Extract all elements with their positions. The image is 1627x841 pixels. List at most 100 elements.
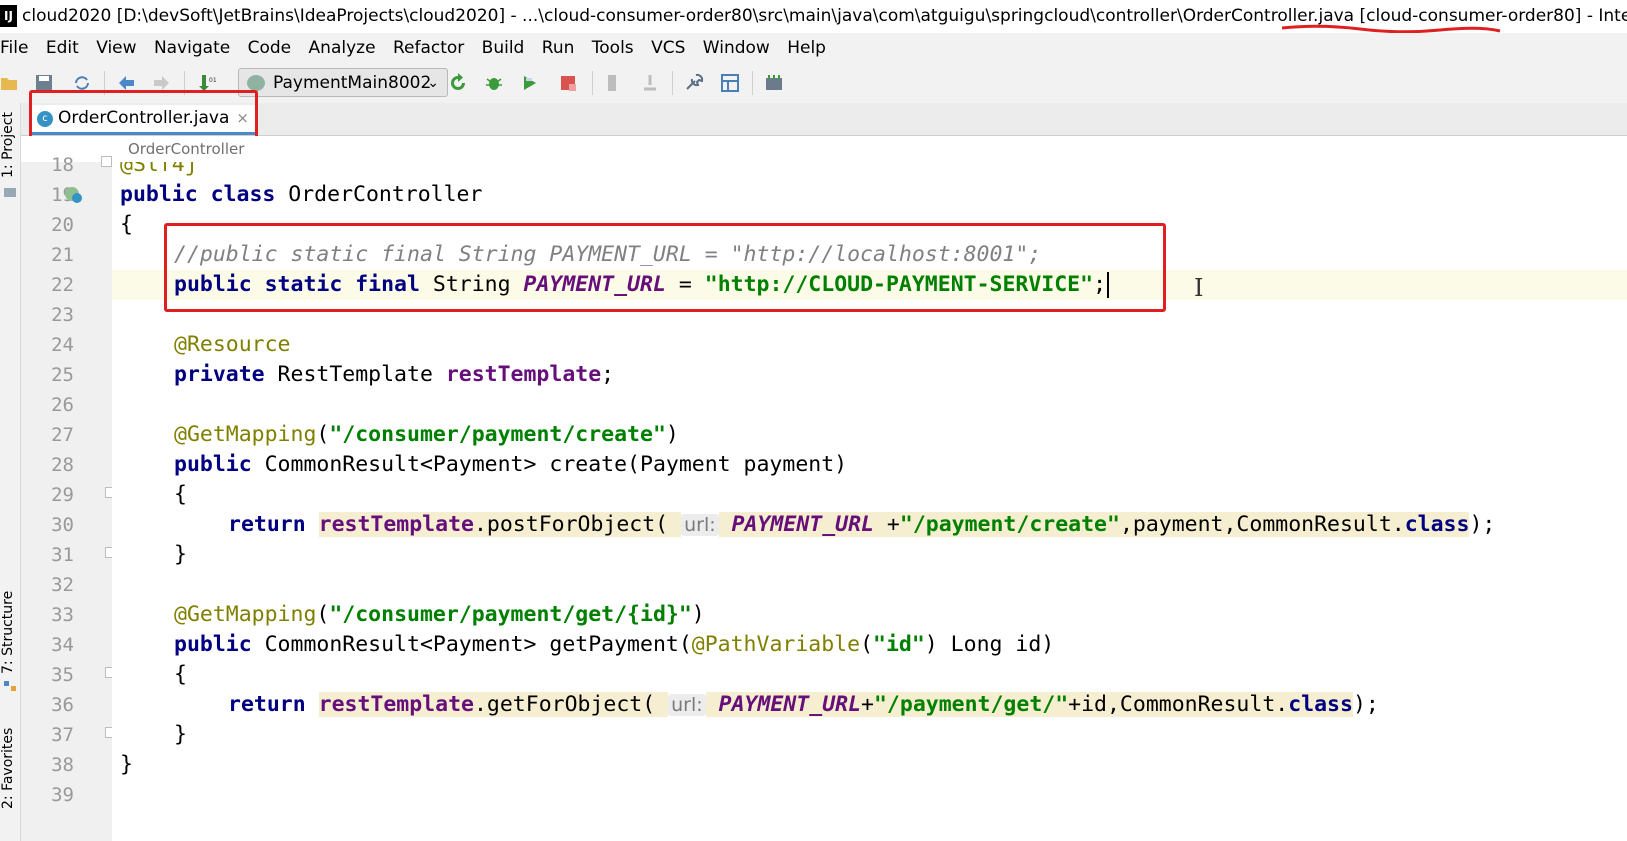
parameter-token: ) Long id) <box>924 632 1055 657</box>
method-signature-token: CommonResult<Payment> getPayment( <box>251 632 692 657</box>
menu-file[interactable]: File <box>0 33 34 63</box>
menu-edit[interactable]: Edit <box>40 33 85 63</box>
code-line: public CommonResult<Payment> create(Paym… <box>174 450 1627 480</box>
chevron-down-icon: ⌄ <box>427 75 439 91</box>
breadcrumb-item[interactable]: OrderController <box>128 136 244 162</box>
window-titlebar: IJ cloud2020 [D:\devSoft\JetBrains\IdeaP… <box>0 0 1627 33</box>
keyword-token: public <box>174 452 252 477</box>
folder-icon <box>4 188 16 197</box>
brace-token: } <box>174 542 187 567</box>
red-underline-annotation <box>1281 24 1501 33</box>
structure-icon <box>4 681 16 691</box>
line-number: 24 <box>51 334 74 356</box>
annotation-token: @Slf4j <box>120 162 198 177</box>
arguments-token: ,payment,CommonResult. <box>1119 512 1405 537</box>
brace-token: } <box>120 752 133 777</box>
debug-icon[interactable] <box>484 73 504 93</box>
static-field-token: PAYMENT_URL <box>731 512 874 537</box>
menu-window[interactable]: Window <box>697 33 776 63</box>
operator-token: + <box>873 512 900 537</box>
line-number: 37 <box>51 724 74 746</box>
line-number: 20 <box>51 214 74 236</box>
menu-help[interactable]: Help <box>781 33 832 63</box>
paren-token: ); <box>1469 512 1496 537</box>
menu-build[interactable]: Build <box>476 33 531 63</box>
field-token: restTemplate <box>445 362 602 387</box>
spring-bean-gutter-icon[interactable] <box>63 185 85 205</box>
line-number: 33 <box>51 604 74 626</box>
project-tool-button[interactable]: 1: Project <box>0 109 20 181</box>
title-path: cloud2020 [D:\devSoft\JetBrains\IdeaProj… <box>22 6 1360 26</box>
line-number: 28 <box>51 454 74 476</box>
string-token: "/payment/create" <box>899 512 1120 537</box>
stop-icon[interactable] <box>558 73 578 93</box>
code-line: @Resource <box>174 330 1627 360</box>
line-number: 39 <box>51 784 74 806</box>
arguments-token: +id,CommonResult. <box>1068 692 1289 717</box>
annotation-token: @GetMapping <box>174 602 317 627</box>
paren-token: ( <box>860 632 874 657</box>
string-token: "/consumer/payment/create" <box>329 422 666 447</box>
field-token: restTemplate <box>318 512 474 537</box>
keyword-token: private <box>174 362 265 387</box>
code-line: { <box>174 660 1627 690</box>
menu-run[interactable]: Run <box>536 33 581 63</box>
toolbar-separator <box>672 71 673 95</box>
editor-gutter: 18 19 20 21 22 23 24 25 26 27 28 29 30 3… <box>21 154 116 841</box>
code-line: } <box>174 720 1627 750</box>
paren-token: ( <box>316 602 330 627</box>
open-folder-icon[interactable] <box>0 73 20 93</box>
code-line: } <box>174 540 1627 570</box>
menu-tools[interactable]: Tools <box>586 33 640 63</box>
profile-icon[interactable] <box>640 73 660 93</box>
toolbar-separator <box>752 71 753 95</box>
parameter-hint: url: <box>681 514 719 536</box>
parameter-hint: url: <box>668 694 706 716</box>
rerun-icon[interactable] <box>448 73 468 93</box>
toolbar-separator <box>592 71 593 95</box>
menu-view[interactable]: View <box>90 33 142 63</box>
fold-marker-icon[interactable] <box>101 156 112 167</box>
sdk-manager-icon[interactable] <box>764 73 784 93</box>
structure-tool-button[interactable]: 7: Structure <box>0 587 20 677</box>
annotation-token: @Resource <box>174 332 291 357</box>
menu-navigate[interactable]: Navigate <box>148 33 236 63</box>
code-line: return restTemplate.getForObject( url: P… <box>228 690 1627 720</box>
run-configuration-selector[interactable]: PaymentMain8002 ⌄ <box>238 68 448 97</box>
favorites-tool-button[interactable]: 2: Favorites <box>0 723 20 813</box>
method-signature-token: CommonResult<Payment> create(Payment pay… <box>251 452 848 477</box>
line-number: 23 <box>51 304 74 326</box>
brace-token: { <box>120 212 133 237</box>
left-tool-strip: 1: Project 7: Structure 2: Favorites <box>0 103 21 841</box>
annotation-token: @PathVariable <box>691 632 861 657</box>
type-token: RestTemplate <box>264 362 446 387</box>
string-token: "/payment/get/" <box>873 692 1069 717</box>
keyword-token: class <box>1288 692 1353 717</box>
code-line: @Slf4j <box>120 162 1627 180</box>
breadcrumb: OrderController <box>21 136 1627 163</box>
coverage-icon[interactable] <box>520 73 540 93</box>
spring-boot-icon <box>247 75 265 91</box>
menu-code[interactable]: Code <box>242 33 298 63</box>
menu-vcs[interactable]: VCS <box>645 33 691 63</box>
code-line: { <box>174 480 1627 510</box>
paren-token: ) <box>665 422 679 447</box>
paren-token: ) <box>691 602 705 627</box>
line-number: 21 <box>51 244 74 266</box>
keyword-token: public class <box>120 182 276 207</box>
project-structure-icon[interactable] <box>720 73 740 93</box>
code-line: @GetMapping("/consumer/payment/get/{id}"… <box>174 600 1627 630</box>
field-token: restTemplate <box>318 692 474 717</box>
brace-token: { <box>174 662 187 687</box>
line-number: 22 <box>51 274 74 296</box>
line-number: 38 <box>51 754 74 776</box>
line-number: 30 <box>51 514 74 536</box>
attach-debugger-icon[interactable] <box>604 73 624 93</box>
mouse-ibeam-cursor-icon: I <box>1194 274 1204 302</box>
settings-wrench-icon[interactable] <box>684 73 704 93</box>
menu-refactor[interactable]: Refactor <box>387 33 470 63</box>
keyword-token: public <box>174 632 252 657</box>
intellij-logo-icon: IJ <box>0 5 17 27</box>
run-config-label: PaymentMain8002 <box>273 73 432 93</box>
menu-analyze[interactable]: Analyze <box>303 33 382 63</box>
